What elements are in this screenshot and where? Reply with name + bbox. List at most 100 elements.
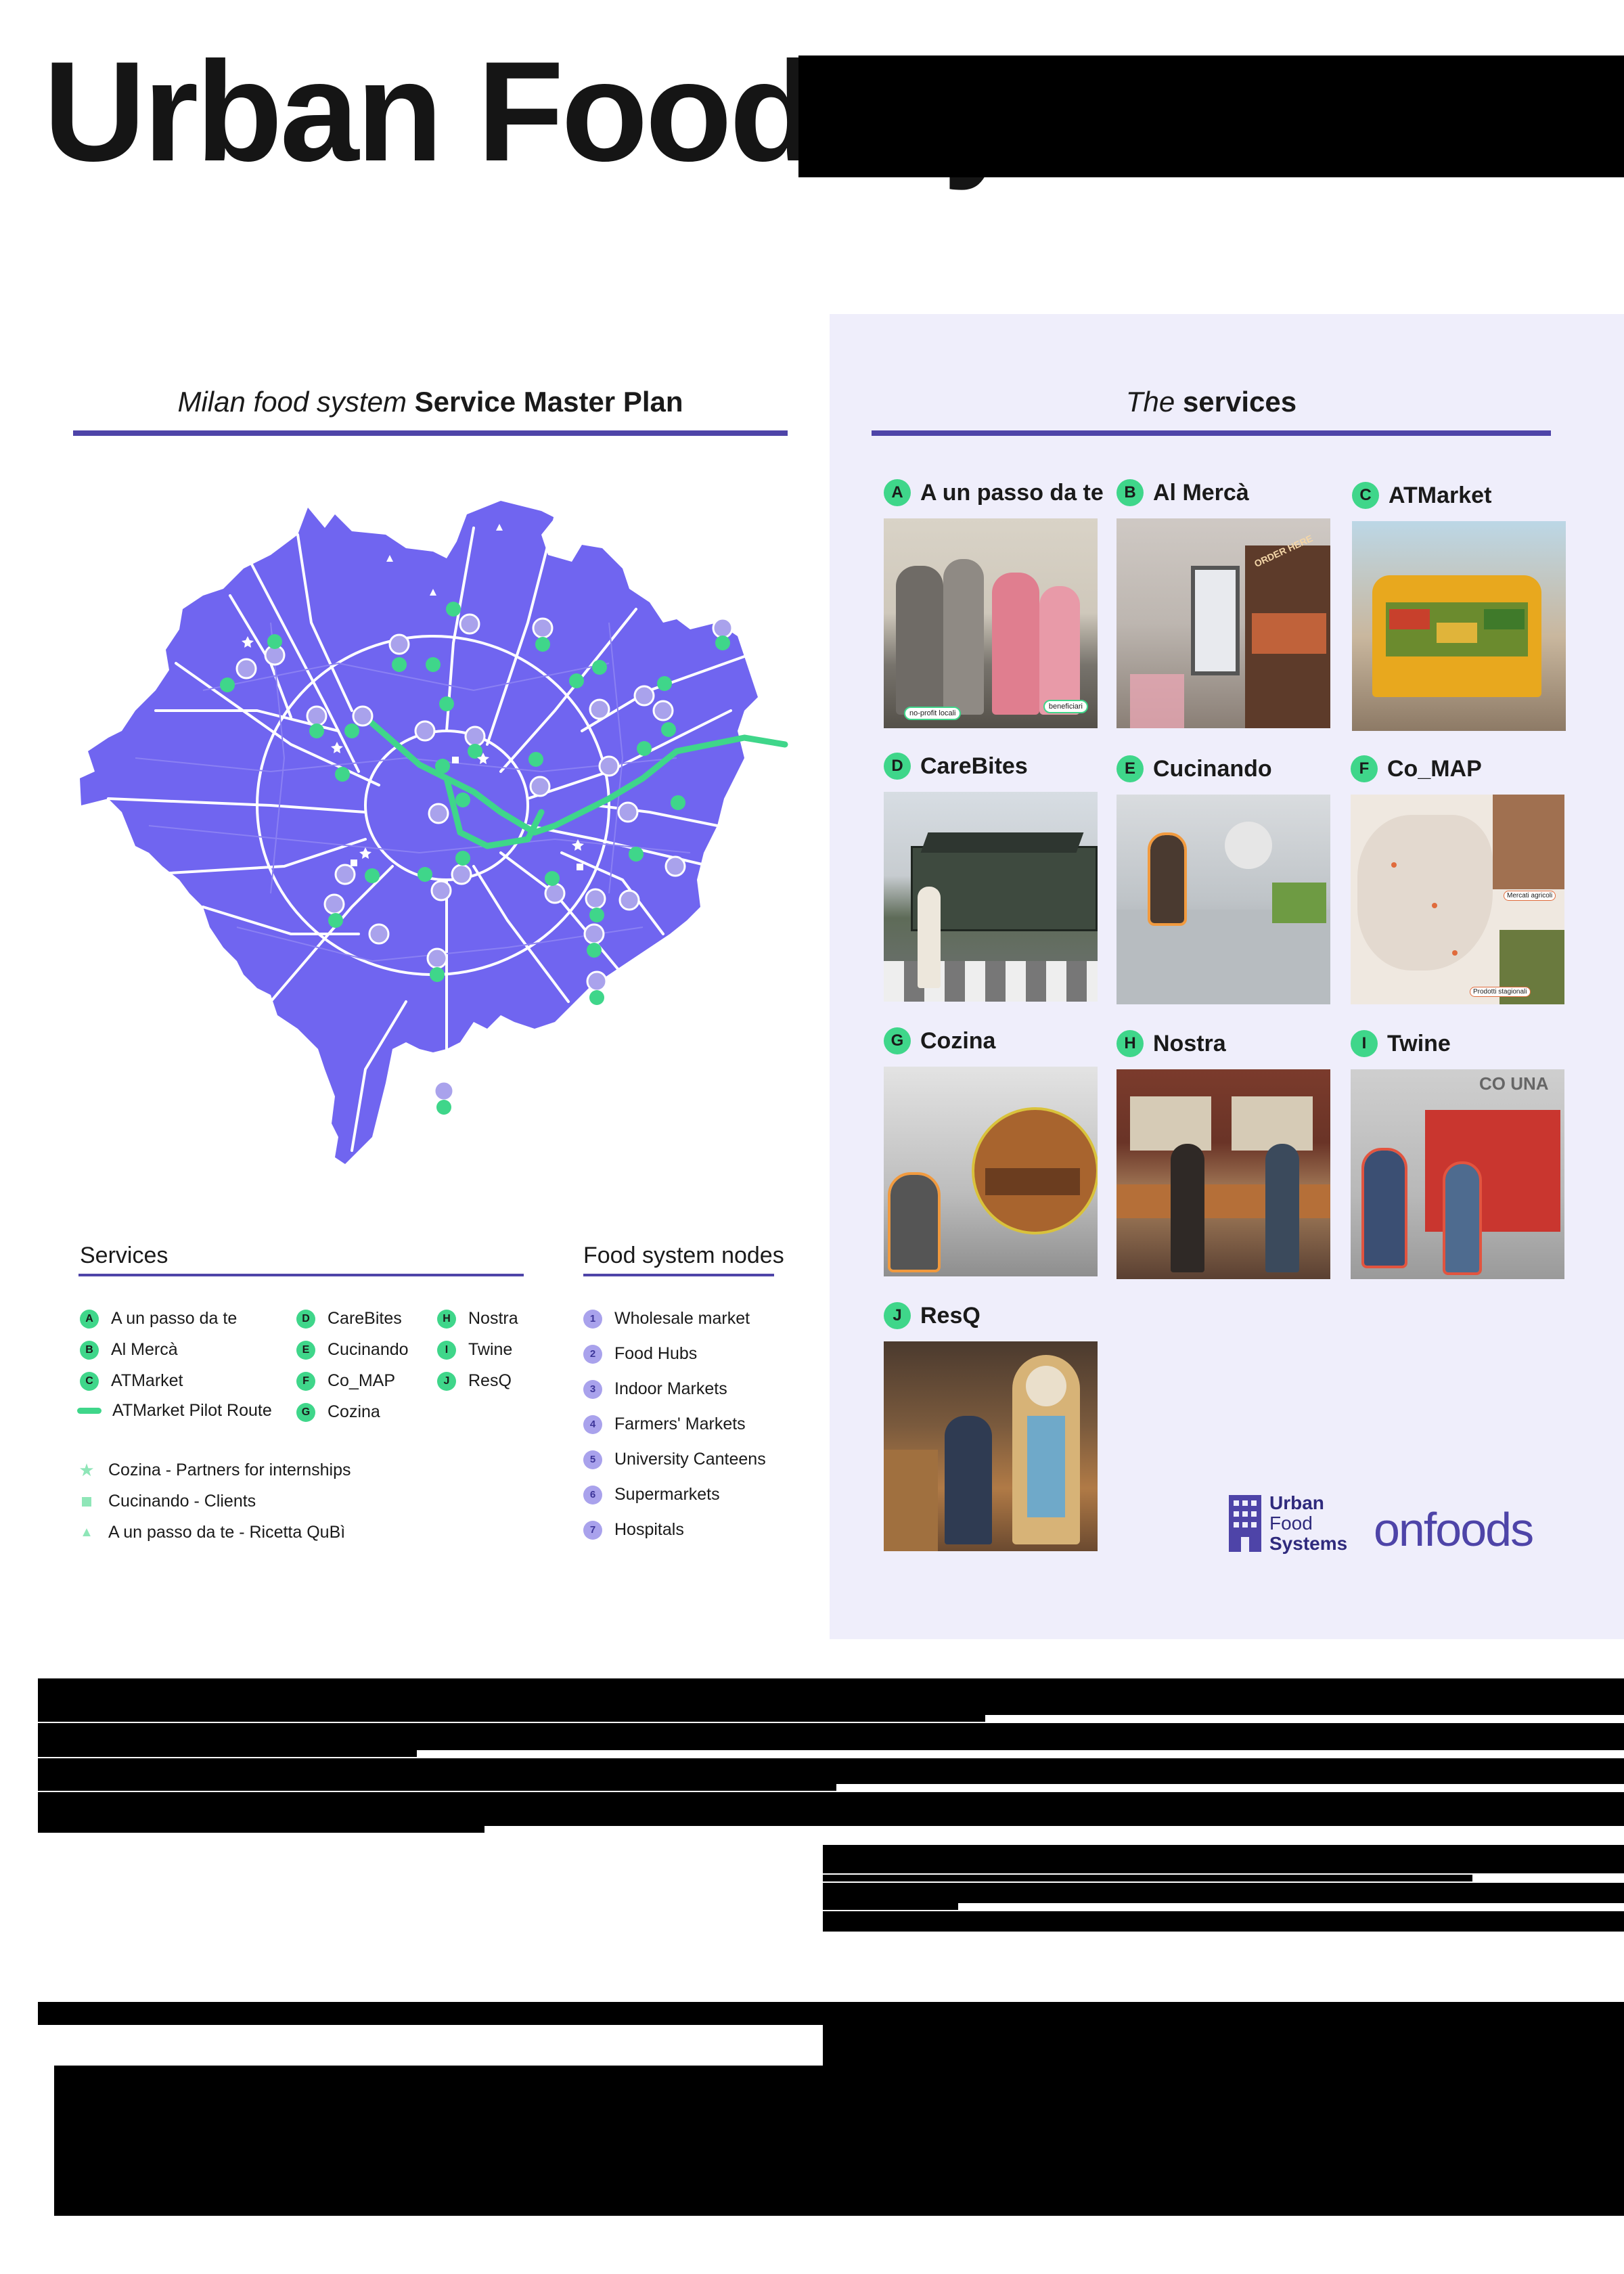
urban-food-systems-logo: Urban Food Systems — [1229, 1492, 1348, 1555]
service-card-f[interactable]: F Co_MAP Mercati agricoli Prodotti stagio… — [1351, 750, 1566, 1004]
service-card-e[interactable]: E Cucinando — [1116, 750, 1332, 1004]
title-redaction-bar — [798, 55, 1624, 177]
map-heading-italic: Milan food system — [177, 386, 407, 418]
service-card-d[interactable]: D CareBites — [884, 747, 1099, 1002]
service-card-c[interactable]: C ATMarket — [1352, 476, 1567, 731]
legend-label: Co_MAP — [328, 1371, 396, 1390]
redacted-text-block — [823, 1875, 1472, 1881]
legend-node-6: 6 Supermarkets — [583, 1485, 720, 1504]
ufs-logo-text: Urban Food Systems — [1269, 1492, 1348, 1555]
redacted-text-block — [823, 1903, 958, 1910]
legend-symbol-triangle: ▲ A un passo da te - Ricetta QuBì — [77, 1523, 345, 1542]
service-photo-f: Mercati agricoli Prodotti stagionali — [1351, 795, 1564, 1004]
legend-node-3: 3 Indoor Markets — [583, 1379, 727, 1399]
legend-label: Al Mercà — [111, 1340, 178, 1359]
service-photo-b: ORDER HERE — [1116, 518, 1330, 728]
legend-service-f: F Co_MAP — [296, 1371, 395, 1391]
node-badge: 7 — [583, 1520, 602, 1540]
services-heading-bold: services — [1182, 386, 1297, 418]
legend-service-i: I Twine — [437, 1340, 512, 1360]
ufs-logo-line-3: Systems — [1269, 1533, 1348, 1555]
legend-services-rule — [78, 1274, 524, 1276]
legend-label: ATMarket — [111, 1371, 183, 1390]
node-badge: 2 — [583, 1344, 602, 1364]
service-photo-c — [1352, 521, 1566, 731]
services-heading-rule — [872, 430, 1551, 436]
node-badge: 3 — [583, 1379, 602, 1399]
services-heading-italic: The — [1125, 386, 1175, 418]
triangle-icon: ▲ — [80, 1525, 93, 1540]
legend-badge: C — [80, 1371, 99, 1391]
legend-service-h: H Nostra — [437, 1309, 518, 1329]
service-name: Co_MAP — [1387, 755, 1482, 782]
redacted-text-block — [38, 1792, 1624, 1819]
service-badge: G — [884, 1027, 911, 1054]
legend-service-d: D CareBites — [296, 1309, 402, 1329]
service-name: Nostra — [1153, 1030, 1226, 1056]
legend-label: Farmers' Markets — [614, 1414, 746, 1433]
redacted-text-block — [38, 1723, 1624, 1750]
city-boundary — [80, 501, 758, 1164]
legend-badge: J — [437, 1371, 456, 1391]
service-card-b[interactable]: B Al Mercà ORDER HERE — [1116, 474, 1332, 728]
node-badge: 4 — [583, 1414, 602, 1434]
legend-label: Cucinando - Clients — [108, 1492, 256, 1511]
map-section-heading: Milan food system Service Master Plan — [73, 386, 788, 418]
legend-badge: B — [80, 1340, 99, 1360]
legend-badge: E — [296, 1340, 315, 1360]
service-badge: D — [884, 753, 911, 780]
node-badge: 5 — [583, 1450, 602, 1469]
legend-label: A un passo da te - Ricetta QuBì — [108, 1523, 346, 1542]
photo-label-bottom: Prodotti stagionali — [1470, 987, 1531, 997]
legend-badge: I — [437, 1340, 456, 1360]
service-name: Cucinando — [1153, 755, 1272, 782]
photo-sign-text: CO UNA — [1479, 1073, 1549, 1094]
photo-label-top: Mercati agricoli — [1504, 891, 1556, 901]
service-name: A un passo da te — [920, 479, 1104, 506]
star-icon: ★ — [78, 1460, 95, 1480]
legend-badge: H — [437, 1309, 456, 1329]
legend-node-2: 2 Food Hubs — [583, 1344, 697, 1364]
service-badge: I — [1351, 1030, 1378, 1057]
service-card-j[interactable]: J ResQ — [884, 1297, 1099, 1551]
onfoods-logo: onfoods — [1374, 1503, 1534, 1556]
legend-badge: F — [296, 1371, 315, 1391]
service-name: ATMarket — [1389, 482, 1492, 508]
legend-label: ATMarket Pilot Route — [112, 1401, 272, 1420]
redacted-text-block — [38, 2002, 1624, 2025]
service-name: Twine — [1387, 1030, 1451, 1056]
legend-label: CareBites — [328, 1309, 402, 1328]
node-badge: 1 — [583, 1309, 602, 1329]
legend-label: Wholesale market — [614, 1309, 750, 1328]
service-card-i[interactable]: I Twine CO UNA — [1351, 1025, 1566, 1279]
service-photo-a: no-profit locali beneficiari — [884, 518, 1098, 728]
redacted-text-block — [38, 1758, 1624, 1784]
legend-node-4: 4 Farmers' Markets — [583, 1414, 746, 1434]
service-badge: E — [1116, 755, 1144, 782]
legend-label: Hospitals — [614, 1520, 684, 1539]
milan-map — [80, 501, 788, 1164]
ufs-logo-line-2: Food — [1269, 1513, 1313, 1534]
legend-service-j: J ResQ — [437, 1371, 512, 1391]
service-name: Cozina — [920, 1027, 996, 1054]
service-card-g[interactable]: G Cozina — [884, 1022, 1099, 1276]
square-icon — [77, 1492, 96, 1511]
photo-label-right: beneficiari — [1043, 700, 1088, 713]
service-photo-e — [1116, 795, 1330, 1004]
legend-node-5: 5 University Canteens — [583, 1450, 766, 1469]
service-badge: A — [884, 479, 911, 506]
service-photo-j — [884, 1341, 1098, 1551]
service-photo-h — [1116, 1069, 1330, 1279]
service-badge: C — [1352, 482, 1379, 509]
legend-route: ATMarket Pilot Route — [77, 1401, 272, 1421]
legend-label: Cucinando — [328, 1340, 409, 1359]
ufs-logo-line-1: Urban — [1269, 1492, 1324, 1513]
legend-service-a: A A un passo da te — [80, 1309, 237, 1329]
service-card-a[interactable]: A A un passo da te no-profit locali benef… — [884, 474, 1104, 728]
legend-label: Cozina — [328, 1402, 380, 1421]
legend-label: Food Hubs — [614, 1344, 698, 1363]
service-badge: H — [1116, 1030, 1144, 1057]
redacted-text-block — [823, 1845, 1624, 1873]
service-photo-d — [884, 792, 1098, 1002]
service-card-h[interactable]: H Nostra — [1116, 1025, 1332, 1279]
